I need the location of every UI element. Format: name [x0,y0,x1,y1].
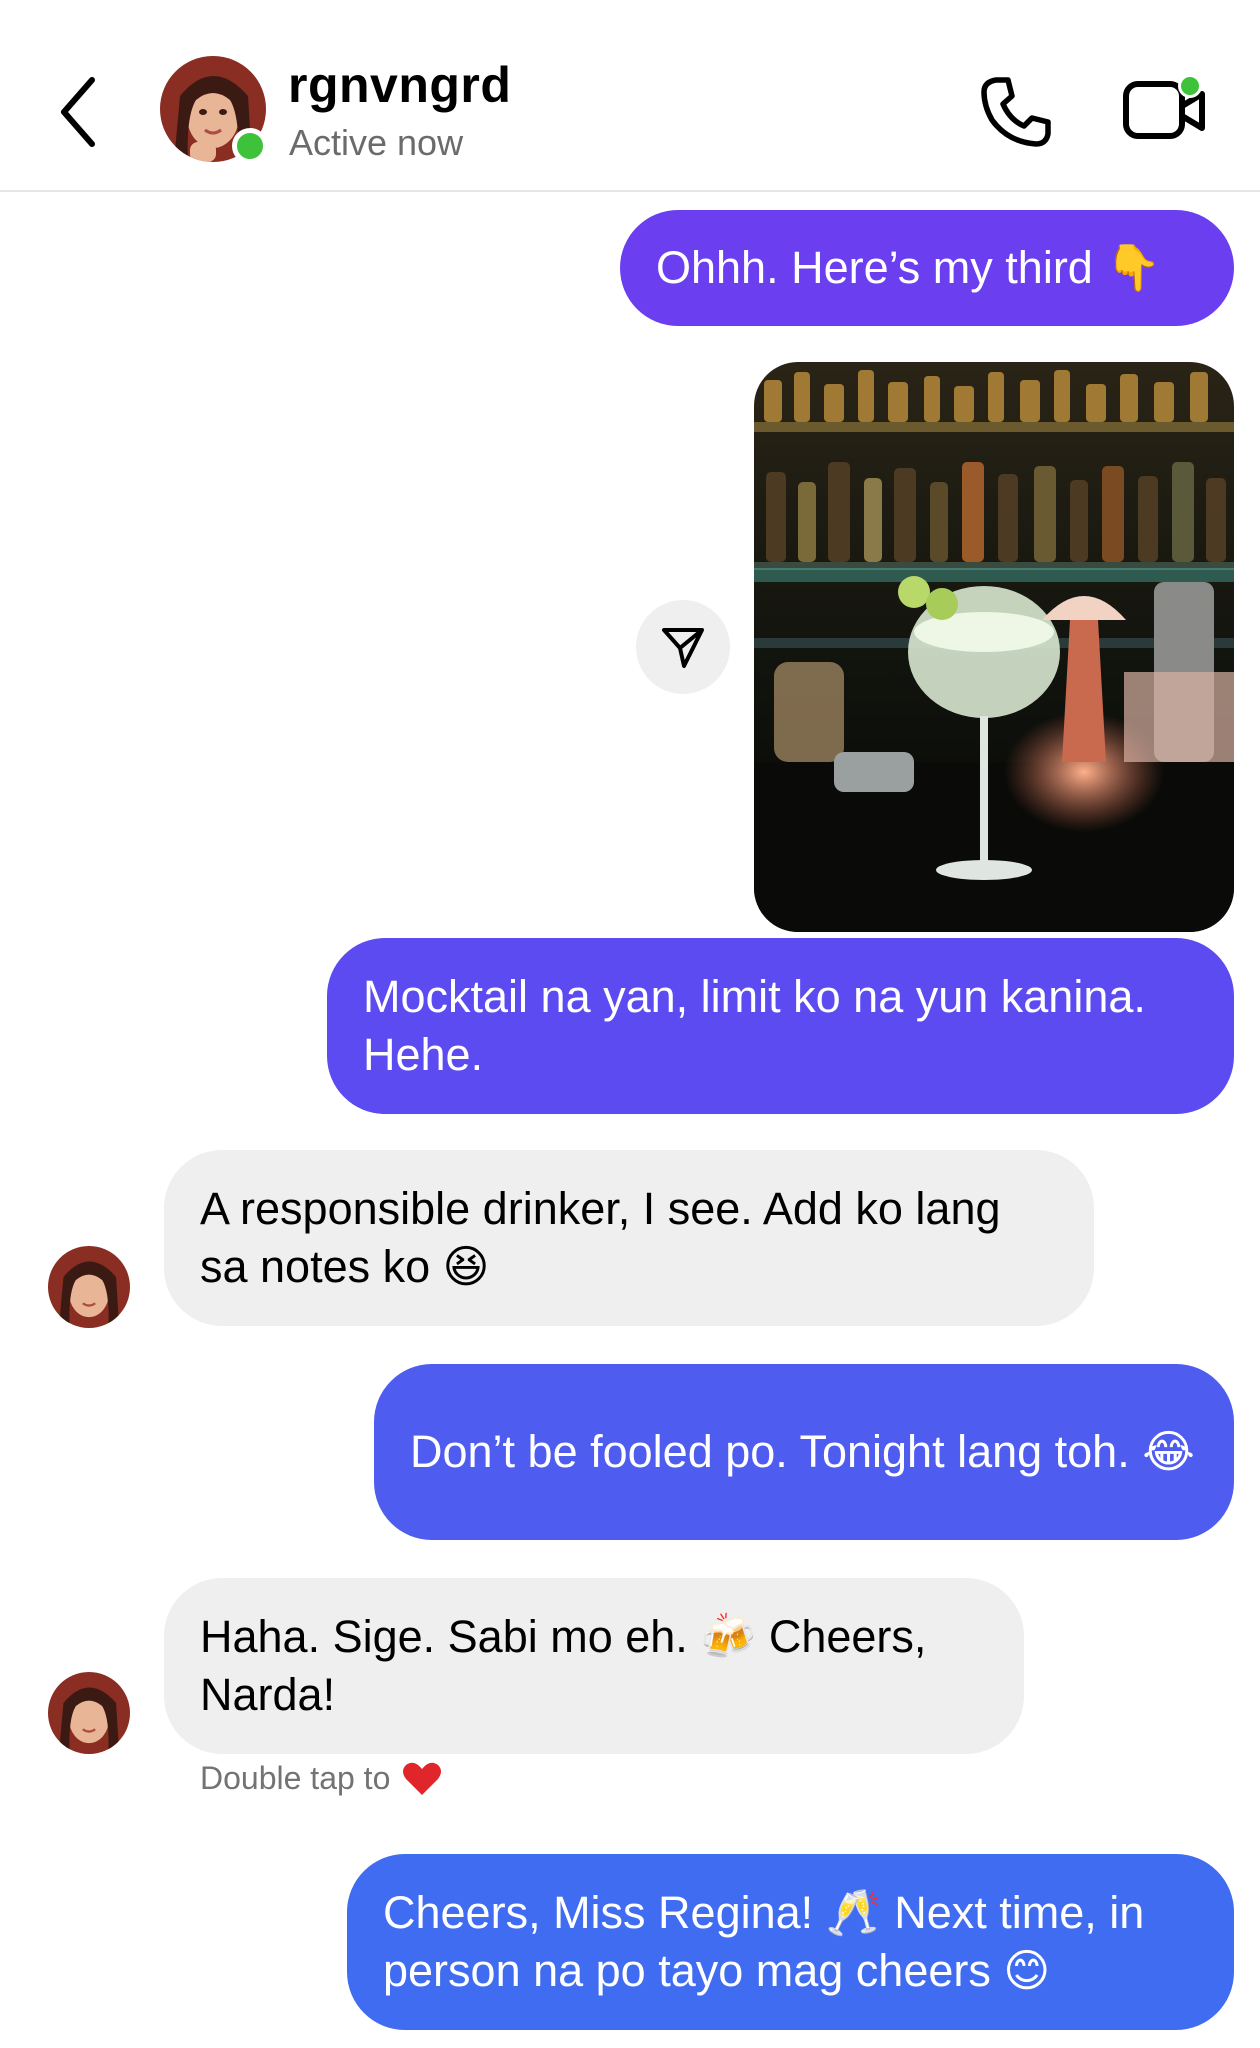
message-photo[interactable] [754,362,1234,932]
share-button[interactable] [636,600,730,694]
message-bubble-outgoing[interactable]: Mocktail na yan, limit ko na yun kanina.… [327,938,1234,1114]
reaction-hint-text: Double tap to [200,1760,391,1796]
message-bubble-incoming[interactable]: Haha. Sige. Sabi mo eh. 🍻 Cheers, Narda! [164,1578,1024,1754]
heart-icon[interactable] [402,1761,442,1797]
cocktail-bar-image [754,362,1234,932]
chat-username[interactable]: rgnvngrd [288,56,511,114]
sender-avatar[interactable] [48,1672,130,1754]
active-status: Active now [289,122,464,163]
phone-icon [981,77,1051,147]
back-button[interactable] [52,72,112,152]
message-text: Ohhh. Here’s my third 👇 [656,242,1162,293]
sender-avatar[interactable] [48,1246,130,1328]
chat-header: rgnvngrd Active now [0,0,1260,192]
message-text: Haha. Sige. Sabi mo eh. 🍻 Cheers, Narda! [200,1611,927,1720]
reaction-hint: Double tap to [200,1760,442,1797]
audio-call-button[interactable] [978,74,1054,150]
online-status-dot [232,128,268,164]
message-text: Mocktail na yan, limit ko na yun kanina.… [363,971,1146,1080]
message-text: A responsible drinker, I see. Add ko lan… [200,1183,1001,1292]
message-text: Cheers, Miss Regina! 🥂 Next time, in per… [383,1887,1145,1996]
message-bubble-incoming[interactable]: A responsible drinker, I see. Add ko lan… [164,1150,1094,1326]
message-text: Don’t be fooled po. Tonight lang toh. 😂 [410,1426,1195,1477]
message-bubble-outgoing[interactable]: Cheers, Miss Regina! 🥂 Next time, in per… [347,1854,1234,2030]
video-call-button[interactable] [1122,70,1206,150]
message-bubble-outgoing[interactable]: Ohhh. Here’s my third 👇 [620,210,1234,326]
message-bubble-outgoing[interactable]: Don’t be fooled po. Tonight lang toh. 😂 [374,1364,1234,1540]
send-icon [662,628,704,668]
video-active-dot [1178,74,1202,98]
profile-avatar[interactable] [160,56,268,164]
chevron-left-icon [61,77,95,147]
